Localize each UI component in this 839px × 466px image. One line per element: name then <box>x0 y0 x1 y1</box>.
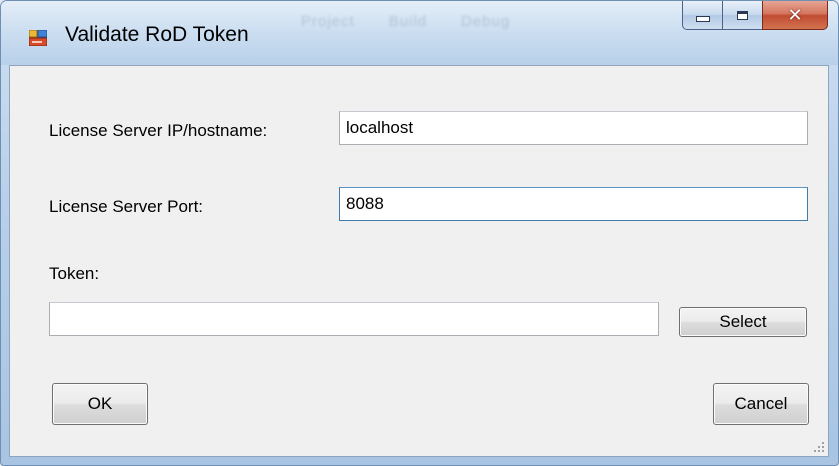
app-form-icon <box>29 30 47 46</box>
ghost-menu-item: Build <box>388 13 428 30</box>
maximize-icon <box>737 10 748 20</box>
close-icon: ✕ <box>787 5 803 25</box>
close-button[interactable]: ✕ <box>762 1 828 30</box>
window-title: Validate RoD Token <box>65 23 249 46</box>
cancel-button[interactable]: Cancel <box>713 383 809 425</box>
dialog-window: Project Build Debug Validate RoD Token ✕ L… <box>0 0 839 466</box>
server-label: License Server IP/hostname: <box>49 121 268 140</box>
minimize-button[interactable] <box>682 1 722 30</box>
ok-button[interactable]: OK <box>52 383 148 425</box>
port-input[interactable] <box>339 187 808 221</box>
dialog-client-area: License Server IP/hostname: License Serv… <box>9 65 829 457</box>
ghost-menu-item: Debug <box>461 13 511 30</box>
token-label: Token: <box>49 264 100 283</box>
minimize-icon <box>695 16 710 22</box>
token-input[interactable] <box>49 302 659 336</box>
caption-buttons: ✕ <box>682 1 828 31</box>
title-bar[interactable]: Project Build Debug Validate RoD Token ✕ <box>1 1 838 65</box>
select-button[interactable]: Select <box>679 307 807 337</box>
ghost-menu-item: Project <box>301 13 355 30</box>
background-menu-ghost: Project Build Debug <box>301 13 544 30</box>
resize-grip-icon[interactable] <box>813 441 825 453</box>
port-label: License Server Port: <box>49 197 204 216</box>
server-input[interactable] <box>339 111 808 145</box>
maximize-button[interactable] <box>722 1 762 30</box>
